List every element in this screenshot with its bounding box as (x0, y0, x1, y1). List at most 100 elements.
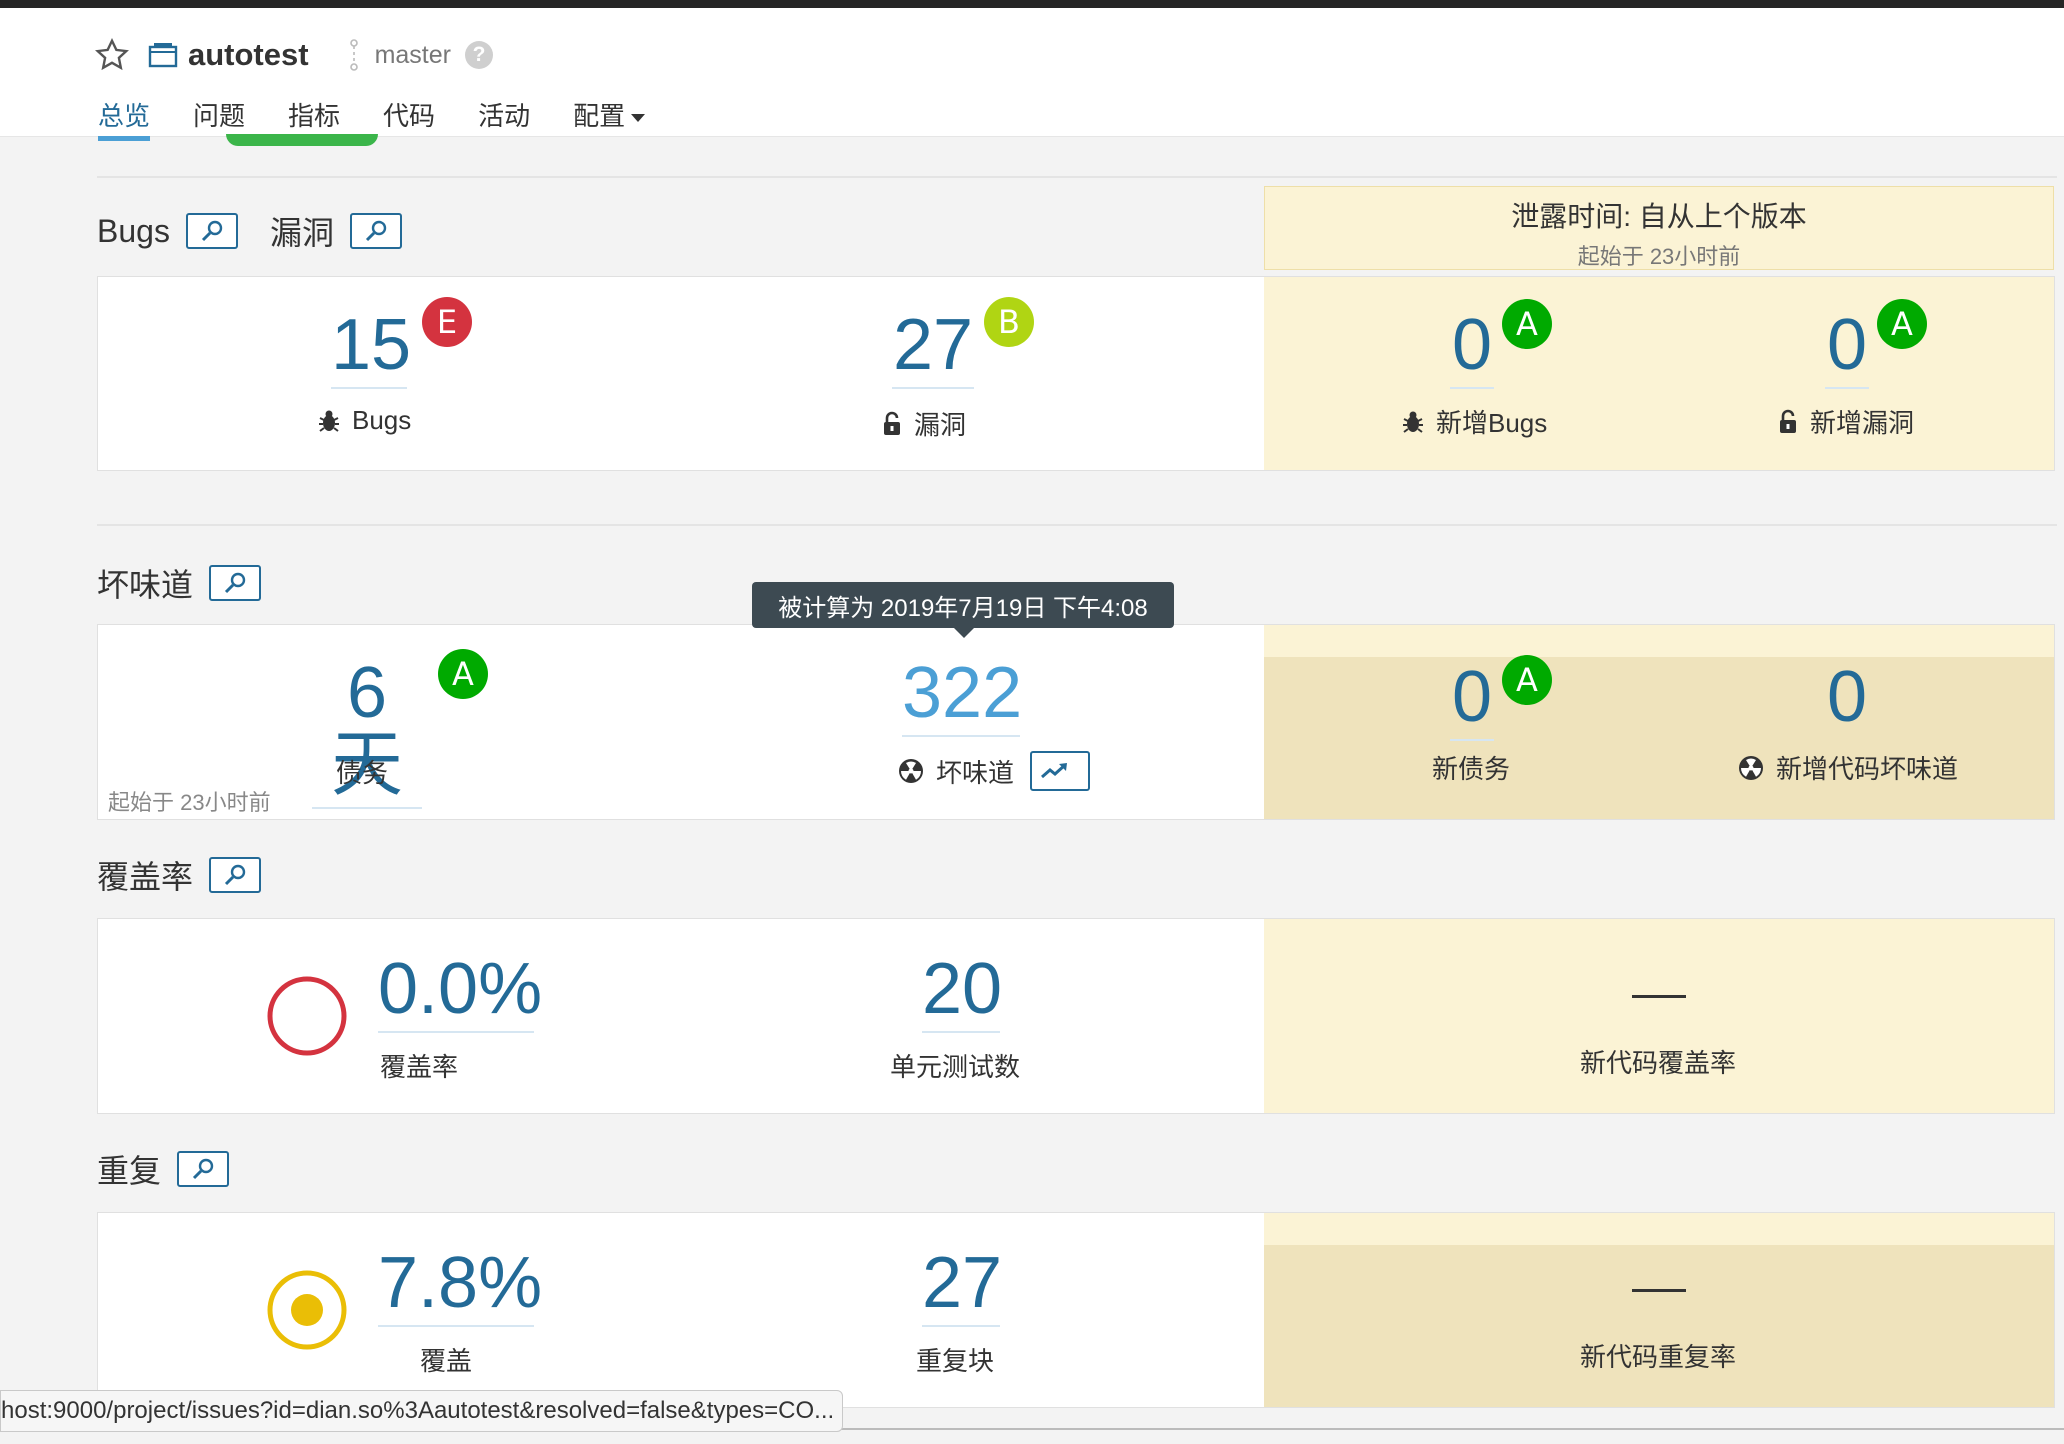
duplications-search-button[interactable] (177, 1151, 230, 1187)
new-smells-value[interactable]: 0 (1825, 661, 1869, 733)
new-vulnerabilities-value[interactable]: 0 (1825, 309, 1869, 389)
new-debt-label: 新债务 (1432, 754, 1511, 784)
coverage-value[interactable]: 0.0% (378, 953, 542, 1033)
new-bugs-label-text: 新增Bugs (1436, 408, 1548, 438)
leak-panel-top (1264, 625, 2054, 657)
project-header: autotest master ? 总览 问题 指标 代码 活动 配置 (0, 8, 2064, 141)
new-coverage-value (1632, 995, 1686, 998)
new-vulnerabilities-label: 新增漏洞 (1778, 403, 1914, 440)
coverage-section-title: 覆盖率 (97, 852, 262, 898)
vuln-title: 漏洞 (269, 215, 334, 251)
divider (97, 524, 2057, 526)
project-title-row: autotest master ? (94, 30, 493, 80)
smells-trend-button[interactable] (1030, 751, 1091, 791)
search-icon (201, 220, 223, 242)
duplications-card: 7.8% 覆盖 27 重复块 新代码重复率 (97, 1212, 2055, 1408)
vulnerabilities-rating[interactable]: B (984, 297, 1034, 347)
divider (97, 176, 2057, 178)
smells-card: 6天 A 债务 起始于 23小时前 322 坏味道 0 A 新债务 0 新增代码… (97, 624, 2055, 820)
new-duplications-label: 新代码重复率 (1580, 1342, 1737, 1372)
bugs-title: Bugs (97, 212, 170, 249)
tests-value[interactable]: 20 (922, 953, 1002, 1033)
window-top-bar (0, 0, 2064, 8)
vulnerabilities-label: 漏洞 (882, 405, 966, 442)
project-name-link[interactable]: autotest (188, 37, 309, 73)
new-bugs-value[interactable]: 0 (1450, 309, 1494, 389)
tab-settings-label: 配置 (573, 101, 626, 131)
leak-panel-highlight (1264, 657, 2054, 819)
tab-measures[interactable]: 指标 (288, 98, 340, 138)
coverage-donut[interactable] (266, 975, 348, 1057)
smells-value[interactable]: 322 (902, 657, 1022, 737)
tab-code[interactable]: 代码 (383, 98, 435, 138)
new-bugs-label: 新增Bugs (1402, 403, 1547, 440)
search-icon (365, 220, 387, 242)
chevron-down-icon (631, 114, 646, 123)
duplications-title: 重复 (97, 1153, 162, 1189)
tests-label: 单元测试数 (890, 1052, 1021, 1082)
tab-activity[interactable]: 活动 (478, 98, 530, 138)
duplications-ring[interactable] (266, 1269, 348, 1351)
leak-panel-highlight (1264, 1245, 2054, 1407)
leak-panel-top (1264, 1213, 2054, 1245)
search-icon (224, 864, 246, 886)
lock-icon (1780, 409, 1796, 433)
branch-name[interactable]: master (375, 41, 451, 70)
new-vulnerabilities-rating[interactable]: A (1877, 299, 1927, 349)
vuln-search-button[interactable] (349, 213, 402, 249)
duplications-section-title: 重复 (97, 1146, 230, 1192)
project-icon (148, 43, 178, 68)
bug-icon (1403, 411, 1423, 433)
tab-issues[interactable]: 问题 (193, 98, 245, 138)
dup-blocks-label: 重复块 (916, 1346, 995, 1376)
browser-status-url: host:9000/project/issues?id=dian.so%3Aau… (0, 1390, 844, 1432)
dup-blocks-value[interactable]: 27 (922, 1247, 1002, 1327)
radiation-icon (1739, 755, 1763, 780)
debt-since: 起始于 23小时前 (108, 790, 271, 815)
new-smells-label: 新增代码坏味道 (1738, 749, 1958, 786)
new-duplications-value (1632, 1289, 1686, 1292)
leak-period-subtitle: 起始于 23小时前 (1577, 244, 1741, 269)
smells-search-button[interactable] (209, 565, 262, 601)
new-smells-label-text: 新增代码坏味道 (1776, 754, 1959, 784)
debt-rating[interactable]: A (438, 649, 488, 699)
radiation-icon (899, 759, 923, 783)
smells-label-text: 坏味道 (936, 757, 1015, 788)
lock-icon (884, 411, 900, 435)
bugs-label-text: Bugs (352, 405, 412, 435)
tab-overview[interactable]: 总览 (98, 98, 151, 141)
coverage-title: 覆盖率 (97, 859, 194, 895)
duplications-label: 覆盖 (420, 1346, 473, 1376)
bugs-rating[interactable]: E (422, 297, 472, 347)
new-debt-rating[interactable]: A (1502, 655, 1552, 705)
coverage-search-button[interactable] (209, 857, 262, 893)
smells-tooltip: 被计算为 2019年7月19日 下午4:08 (752, 582, 1174, 638)
quality-gate-status (226, 134, 378, 146)
bugs-card: 15 E Bugs 27 B 漏洞 0 A 新增Bugs 0 A 新增漏洞 (97, 276, 2055, 471)
star-icon[interactable] (94, 37, 130, 73)
bugs-search-button[interactable] (185, 213, 238, 249)
new-debt-value[interactable]: 0 (1450, 661, 1494, 741)
tab-settings[interactable]: 配置 (573, 98, 646, 138)
trend-icon (1041, 763, 1068, 779)
bug-icon (319, 410, 339, 432)
vulnerabilities-value[interactable]: 27 (892, 309, 974, 389)
new-coverage-label: 新代码覆盖率 (1580, 1048, 1737, 1078)
bugs-label: Bugs (318, 405, 411, 436)
coverage-card: 0.0% 覆盖率 20 单元测试数 新代码覆盖率 (97, 918, 2055, 1114)
debt-label: 债务 (336, 758, 389, 788)
duplications-value[interactable]: 7.8% (378, 1247, 542, 1327)
vulnerabilities-label-text: 漏洞 (914, 410, 967, 440)
bugs-value[interactable]: 15 (331, 309, 411, 389)
smells-section-title: 坏味道 (97, 560, 262, 606)
coverage-label: 覆盖率 (380, 1052, 459, 1082)
leak-panel (1264, 277, 2054, 470)
leak-period-title: 泄露时间: 自从上个版本 (1511, 201, 1807, 232)
search-icon (192, 1158, 214, 1180)
smells-title: 坏味道 (97, 567, 194, 603)
branch-icon (349, 39, 358, 71)
smells-label: 坏味道 (898, 751, 1091, 791)
new-bugs-rating[interactable]: A (1502, 299, 1552, 349)
bugs-section-title: Bugs 漏洞 (97, 208, 402, 254)
help-icon[interactable]: ? (464, 41, 493, 69)
